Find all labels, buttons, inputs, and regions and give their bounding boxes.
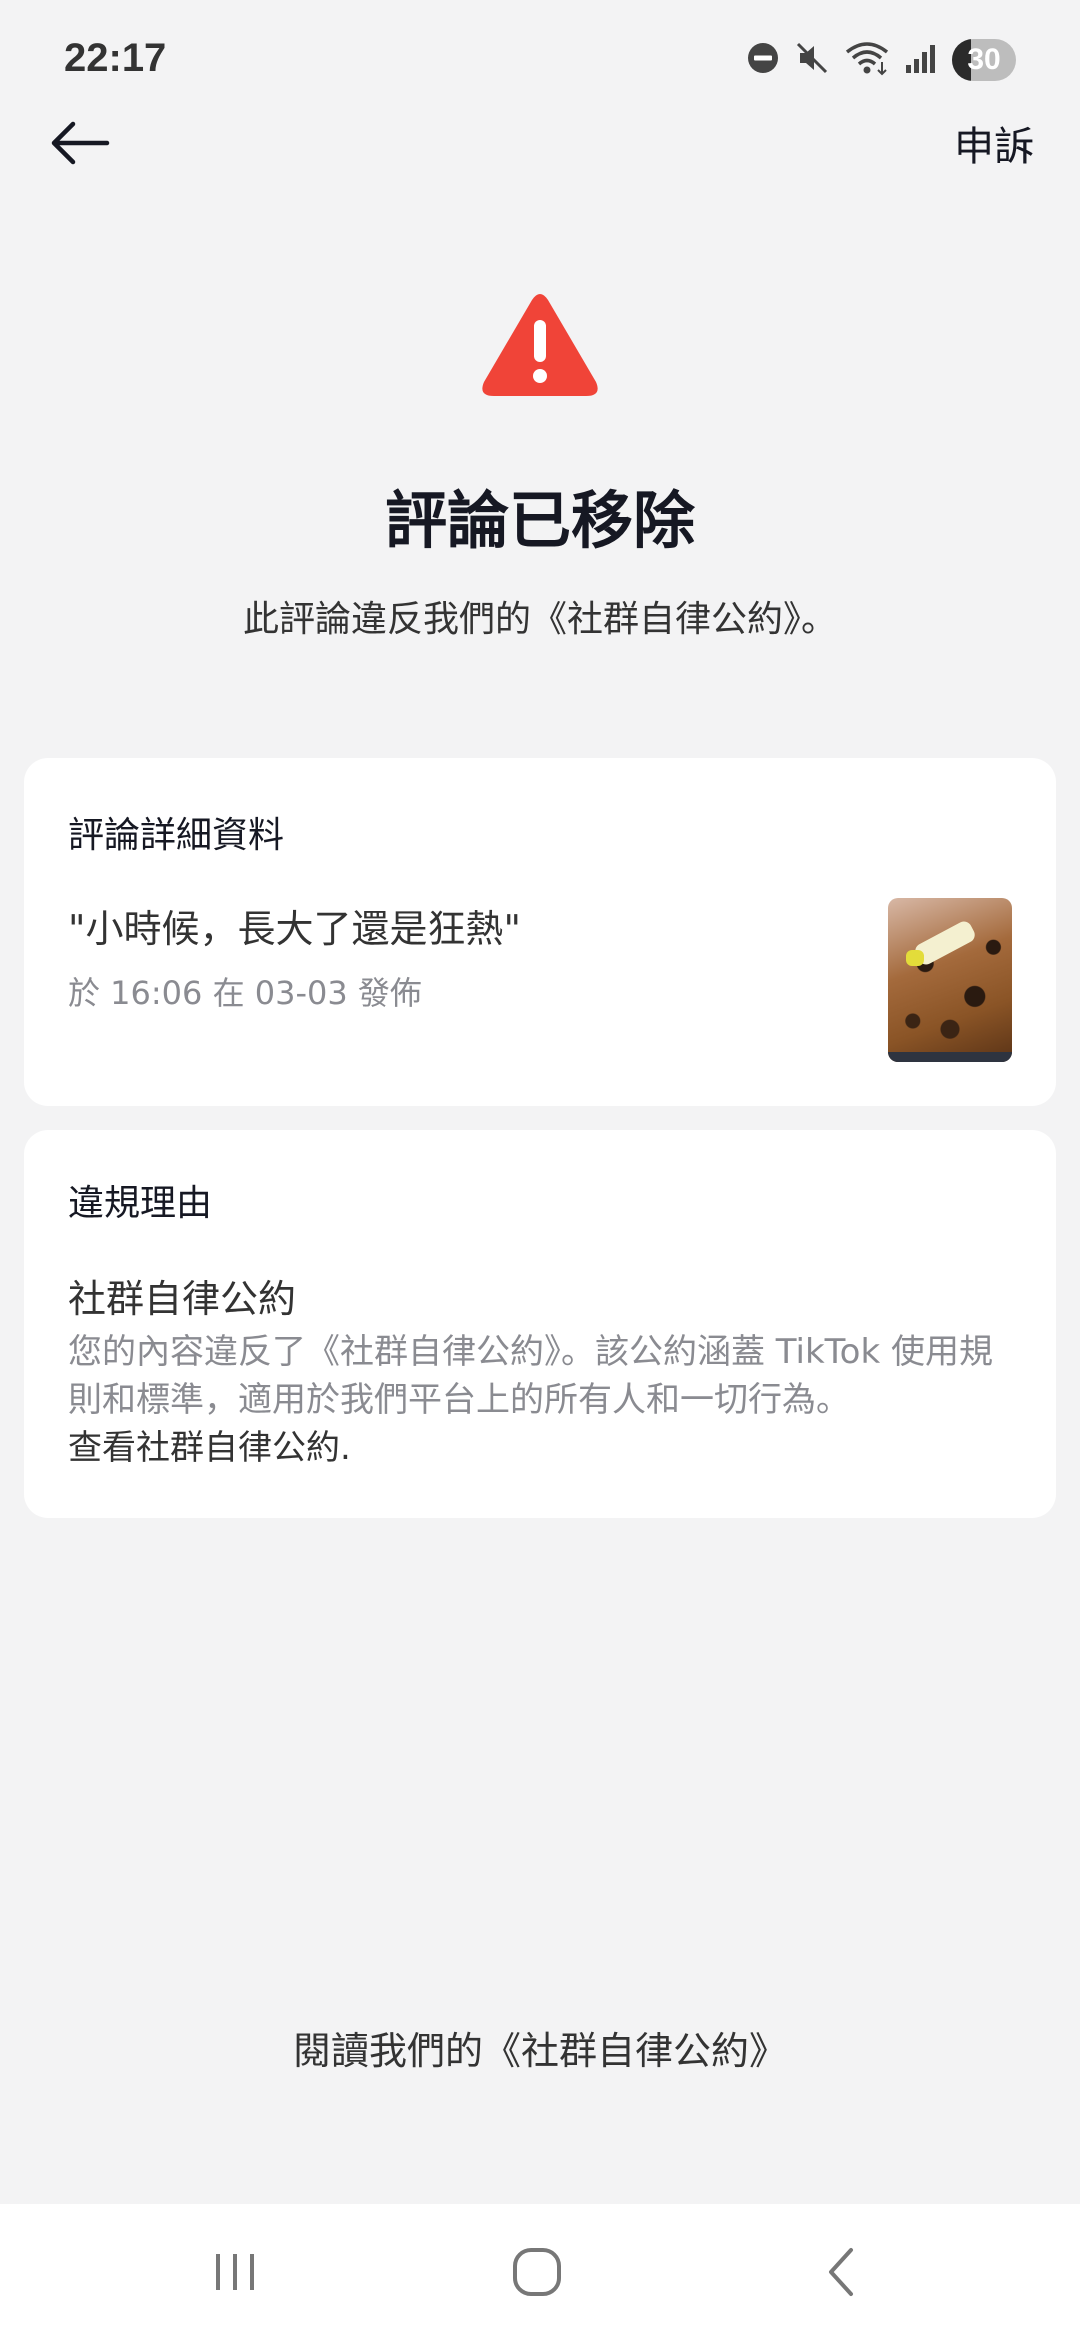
home-button[interactable]: [492, 2234, 582, 2314]
view-guidelines-link[interactable]: 查看社群自律公約.: [68, 1428, 351, 1468]
policy-name: 社群自律公約: [68, 1277, 297, 1321]
arrow-left-icon: [49, 120, 111, 170]
warning-triangle-icon: [480, 290, 600, 400]
system-nav-bar: [0, 2204, 1080, 2340]
status-icons: 30: [746, 36, 1016, 84]
back-icon: [821, 2246, 861, 2302]
read-guidelines-link[interactable]: 閱讀我們的《社群自律公約》: [0, 2020, 1080, 2075]
battery-level: 30: [967, 43, 1001, 76]
recent-apps-icon: [210, 2250, 260, 2298]
comment-posted-meta: 於 16:06 在 03-03 發佈: [68, 974, 422, 1012]
violation-reason-card: 違規理由 社群自律公約 您的內容違反了《社群自律公約》。該公約涵蓋 TikTok…: [24, 1130, 1056, 1518]
recent-apps-button[interactable]: [190, 2234, 280, 2314]
nav-back-button[interactable]: [796, 2234, 886, 2314]
signal-icon: [904, 41, 938, 79]
page-title: 評論已移除: [384, 484, 695, 557]
violation-description-text: 您的內容違反了《社群自律公約》。該公約涵蓋 TikTok 使用規則和標準，適用於…: [68, 1332, 993, 1420]
violation-description: 您的內容違反了《社群自律公約》。該公約涵蓋 TikTok 使用規則和標準，適用於…: [68, 1328, 1018, 1472]
appeal-button[interactable]: 申訴: [954, 114, 1034, 172]
comment-details-card: 評論詳細資料 "小時候，長大了還是狂熱" 於 16:06 在 03-03 發佈: [24, 758, 1056, 1106]
home-icon: [511, 2246, 563, 2302]
mute-icon: [794, 40, 830, 80]
wifi-icon: [844, 40, 890, 80]
comment-text: "小時候，長大了還是狂熱": [68, 907, 521, 951]
video-thumbnail[interactable]: [888, 898, 1012, 1062]
header: 申訴: [0, 100, 1080, 190]
page-subtitle: 此評論違反我們的《社群自律公約》。: [242, 599, 837, 640]
comment-details-heading: 評論詳細資料: [68, 815, 285, 856]
status-time: 22:17: [64, 36, 167, 80]
battery-icon: 30: [952, 39, 1016, 81]
violation-heading: 違規理由: [68, 1183, 213, 1224]
do-not-disturb-icon: [746, 41, 780, 79]
back-button[interactable]: [40, 110, 120, 180]
